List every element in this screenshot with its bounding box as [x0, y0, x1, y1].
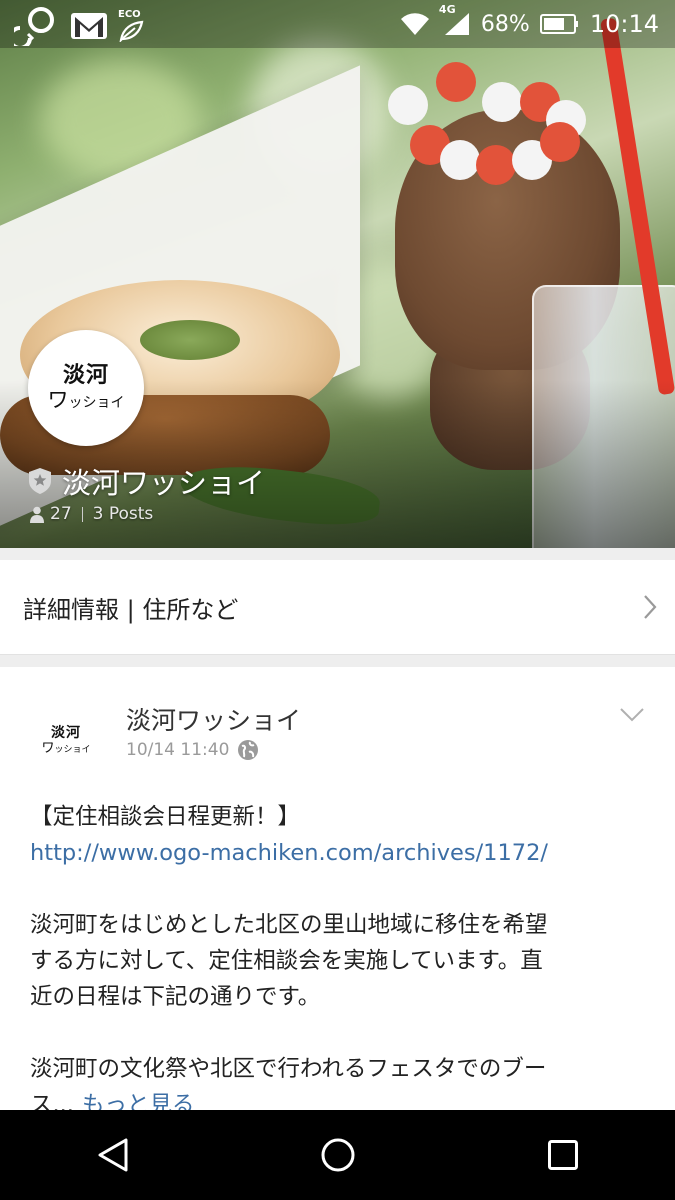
post-timestamp: 10/14 11:40	[126, 740, 230, 760]
post-body: 【定住相談会日程更新！】 http://www.ogo-machiken.com…	[30, 799, 645, 1123]
battery-icon	[539, 12, 580, 36]
cover-pompom	[440, 140, 480, 180]
official-shield-icon	[28, 467, 52, 495]
back-button[interactable]	[68, 1110, 158, 1200]
details-label: 詳細情報 | 住所など	[23, 596, 239, 624]
logo-line2-small: ッショイ	[68, 394, 125, 411]
cover-avocado	[140, 320, 240, 360]
logo-line2-small: ッショイ	[54, 744, 91, 755]
status-bar-left: ECO	[14, 6, 144, 46]
post-count: 3 Posts	[92, 504, 154, 524]
person-icon	[30, 506, 44, 523]
cover-pompom	[436, 62, 476, 102]
logo-line1: 淡河	[51, 725, 81, 742]
network-type: 4G	[438, 3, 456, 16]
sync-icon	[14, 6, 60, 46]
post-link[interactable]: http://www.ogo-machiken.com/archives/117…	[30, 840, 548, 866]
page-stats: 27 3 Posts	[30, 504, 153, 524]
home-button[interactable]	[293, 1110, 383, 1200]
follower-count: 27	[50, 504, 72, 524]
eco-leaf-icon: ECO	[118, 10, 144, 42]
cover-pompom	[388, 85, 428, 125]
post-paragraph-line: 近の日程は下記の通りです。	[30, 984, 321, 1010]
post-avatar[interactable]: 淡河 ワッショイ	[28, 703, 104, 779]
wifi-icon	[399, 11, 431, 37]
details-row[interactable]: 詳細情報 | 住所など	[0, 560, 675, 655]
eco-label: ECO	[118, 9, 141, 20]
clock: 10:14	[589, 10, 659, 38]
logo-line2: ワッショイ	[47, 387, 125, 412]
globe-icon	[238, 740, 259, 760]
signal-icon: 4G	[439, 3, 471, 37]
cover-pompom	[476, 145, 516, 185]
post-paragraph-line: 淡河町の文化祭や北区で行われるフェスタでのブー	[30, 1056, 547, 1082]
system-nav-bar	[0, 1110, 675, 1200]
status-bar-right: 4G 68% 10:14	[399, 3, 659, 38]
post-card: 淡河 ワッショイ 淡河ワッショイ 10/14 11:40 【定住相談会日程更新！…	[0, 667, 675, 1118]
recents-button[interactable]	[518, 1110, 608, 1200]
gmail-icon	[70, 11, 108, 41]
home-circle-icon	[321, 1138, 354, 1172]
cover-pompom	[482, 82, 522, 122]
post-paragraph-line: 淡河町をはじめとした北区の里山地域に移住を希望	[30, 912, 548, 938]
post-heading: 【定住相談会日程更新！】	[30, 804, 301, 830]
recents-square-icon	[547, 1140, 578, 1170]
chevron-right-icon	[643, 594, 657, 624]
page-title-row: 淡河ワッショイ	[28, 460, 265, 502]
page-avatar[interactable]: 淡河 ワッショイ	[28, 330, 144, 446]
page-title: 淡河ワッショイ	[62, 466, 266, 500]
post-paragraph-line: する方に対して、定住相談会を実施しています。直	[30, 948, 543, 974]
cover-pompom	[540, 122, 580, 162]
battery-percent: 68%	[480, 11, 530, 37]
logo-line2: ワッショイ	[41, 740, 91, 756]
stats-divider	[81, 506, 83, 522]
chevron-down-icon[interactable]	[619, 707, 645, 727]
logo-line1: 淡河	[62, 363, 109, 389]
section-divider	[0, 655, 675, 667]
logo-line2-big: ワ	[47, 387, 69, 412]
logo-line2-big: ワ	[41, 740, 55, 756]
section-divider	[0, 548, 675, 560]
status-bar: ECO 4G 68% 10:14	[0, 0, 675, 48]
post-author[interactable]: 淡河ワッショイ	[126, 701, 301, 737]
back-triangle-icon	[98, 1138, 127, 1172]
post-meta: 10/14 11:40	[126, 739, 259, 761]
